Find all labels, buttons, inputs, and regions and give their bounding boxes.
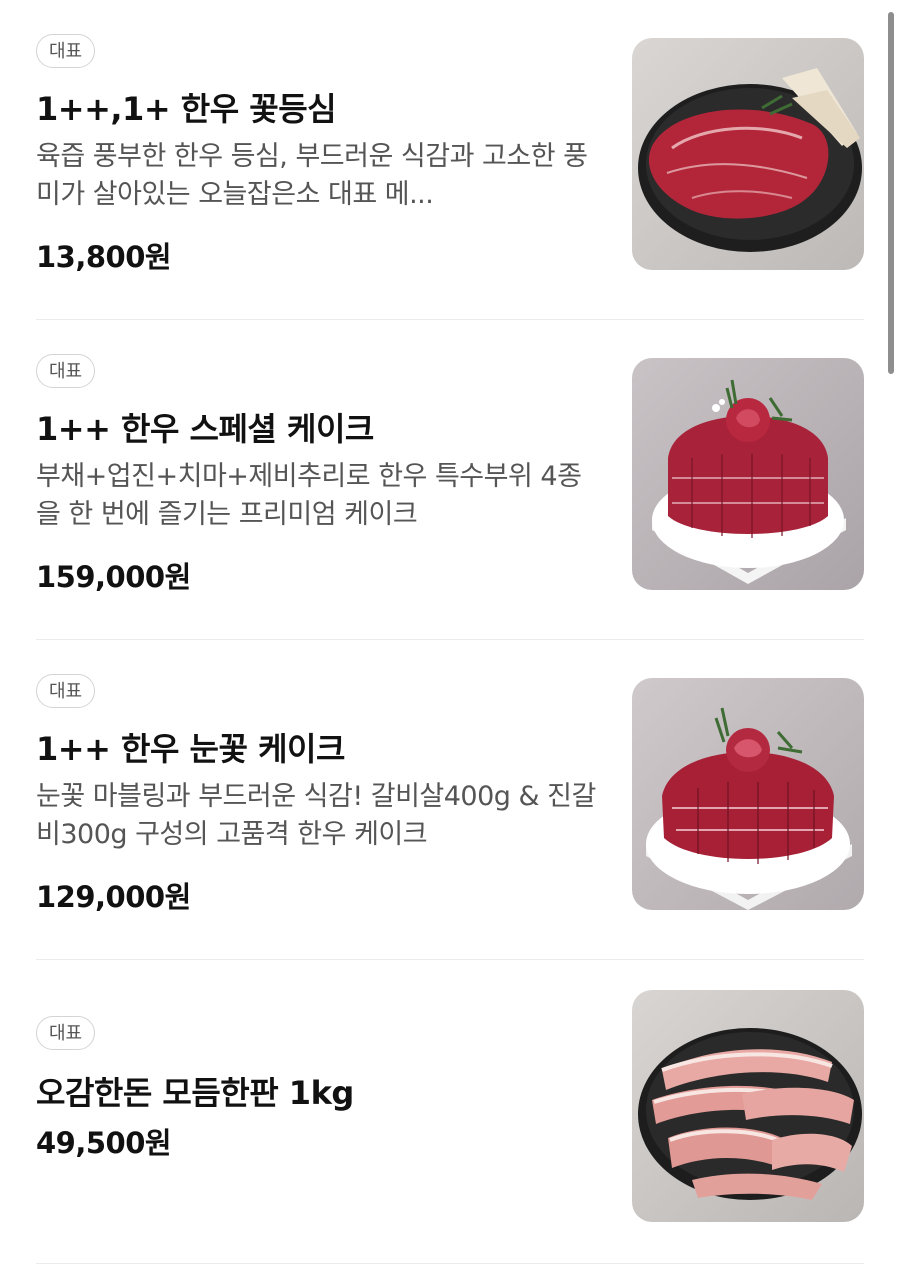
menu-item-title: 1++,1+ 한우 꽃등심 [36, 90, 337, 128]
representative-badge: 대표 [36, 354, 96, 388]
representative-badge: 대표 [36, 674, 96, 708]
menu-item-title: 1++ 한우 눈꽃 케이크 [36, 730, 345, 768]
menu-item[interactable]: 대표 오감한돈 모듬한판 1kg 49,500원 [36, 960, 864, 1264]
menu-item[interactable]: 대표 1++,1+ 한우 꽃등심 육즙 풍부한 한우 등심, 부드러운 식감과 … [36, 0, 864, 320]
menu-item-price: 13,800원 [36, 240, 172, 274]
scrollbar[interactable] [888, 12, 894, 374]
menu-item-image[interactable] [632, 678, 864, 910]
menu-item-price: 159,000원 [36, 560, 191, 594]
menu-item-image[interactable] [632, 990, 864, 1222]
menu-item-description: 눈꽃 마블링과 부드러운 식감! 갈비살400g & 진갈비300g 구성의 고… [36, 781, 596, 850]
menu-item-image[interactable] [632, 358, 864, 590]
menu-item-image[interactable] [632, 38, 864, 270]
menu-item-title: 오감한돈 모듬한판 1kg [36, 1074, 354, 1112]
pork-plate-image [632, 990, 864, 1222]
menu-item-description: 부채+업진+치마+제비추리로 한우 특수부위 4종을 한 번에 즐기는 프리미엄… [36, 461, 582, 530]
beef-cake-image [632, 678, 864, 910]
menu-item-title: 1++ 한우 스페셜 케이크 [36, 410, 374, 448]
representative-badge: 대표 [36, 34, 96, 68]
menu-item-price: 129,000원 [36, 880, 191, 914]
menu-item-price: 49,500원 [36, 1126, 172, 1160]
representative-badge: 대표 [36, 1016, 96, 1050]
menu-list: 대표 1++,1+ 한우 꽃등심 육즙 풍부한 한우 등심, 부드러운 식감과 … [36, 0, 864, 1264]
menu-item[interactable]: 대표 1++ 한우 스페셜 케이크 부채+업진+치마+제비추리로 한우 특수부위… [36, 320, 864, 640]
beef-steak-image [632, 38, 864, 270]
menu-item[interactable]: 대표 1++ 한우 눈꽃 케이크 눈꽃 마블링과 부드러운 식감! 갈비살400… [36, 640, 864, 960]
beef-cake-image [632, 358, 864, 590]
menu-item-description: 육즙 풍부한 한우 등심, 부드러운 식감과 고소한 풍미가 살아있는 오늘잡은… [36, 141, 588, 210]
